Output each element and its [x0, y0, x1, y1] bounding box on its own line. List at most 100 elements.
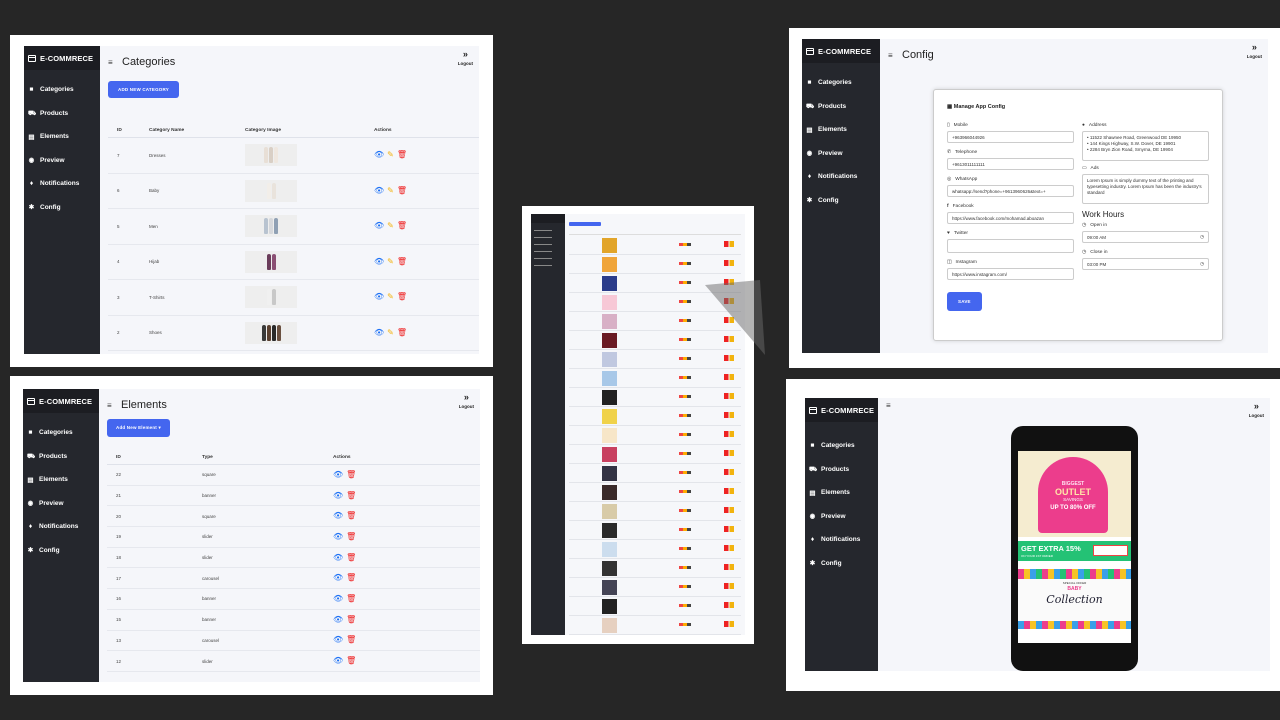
view-icon[interactable]: 👁: [333, 512, 343, 520]
delete-icon[interactable]: 🗑: [397, 222, 407, 230]
row-action-icons[interactable]: [724, 488, 734, 494]
view-icon[interactable]: 👁: [374, 222, 384, 230]
delete-icon[interactable]: 🗑: [346, 657, 356, 665]
row-action-icons[interactable]: [724, 602, 734, 608]
delete-icon[interactable]: 🗑: [346, 615, 356, 624]
view-icon[interactable]: 👁: [374, 293, 384, 301]
sidebar-item-config[interactable]: ✱ Config: [802, 189, 880, 213]
view-icon[interactable]: 👁: [333, 553, 343, 562]
sidebar-item-notifications[interactable]: ♦ Notifications: [23, 515, 99, 539]
view-icon[interactable]: 👁: [333, 491, 343, 500]
delete-icon[interactable]: 🗑: [346, 491, 356, 500]
row-action-icons[interactable]: [724, 545, 734, 551]
sidebar-item-categories[interactable]: ■ Categories: [24, 78, 100, 102]
edit-icon[interactable]: ✎: [387, 293, 394, 301]
menu-icon[interactable]: ≡: [888, 51, 897, 60]
view-icon[interactable]: 👁: [333, 532, 343, 541]
sidebar-item-preview[interactable]: ◉ Preview: [805, 505, 878, 529]
sidebar-item[interactable]: [534, 251, 552, 256]
delete-icon[interactable]: 🗑: [397, 293, 407, 301]
sidebar-item-notifications[interactable]: ♦ Notifications: [24, 172, 100, 196]
row-action-icons[interactable]: [724, 507, 734, 513]
edit-icon[interactable]: ✎: [387, 257, 394, 266]
facebook-input[interactable]: https://www.facebook.com/mohamad.aboazan: [947, 212, 1074, 224]
sidebar-item-preview[interactable]: ◉ Preview: [23, 492, 99, 516]
delete-icon[interactable]: 🗑: [346, 512, 356, 520]
delete-icon[interactable]: 🗑: [397, 151, 407, 159]
row-action-icons[interactable]: [724, 412, 734, 418]
delete-icon[interactable]: 🗑: [397, 257, 407, 266]
sidebar-item-preview[interactable]: ◉ Preview: [802, 142, 880, 166]
row-action-icons[interactable]: [724, 564, 734, 570]
sidebar-item-notifications[interactable]: ♦ Notifications: [805, 528, 878, 552]
row-action-icons[interactable]: [724, 431, 734, 437]
view-icon[interactable]: 👁: [333, 470, 343, 479]
sidebar-item[interactable]: [534, 244, 552, 249]
edit-icon[interactable]: ✎: [387, 151, 394, 159]
row-action-icons[interactable]: [724, 469, 734, 475]
open-time-input[interactable]: 09:00 AM ◷: [1082, 231, 1209, 243]
menu-icon[interactable]: ≡: [107, 401, 116, 410]
save-button[interactable]: SAVE: [947, 292, 982, 311]
add-product-button[interactable]: [569, 222, 601, 226]
sidebar-item[interactable]: [534, 258, 552, 263]
sidebar-item-elements[interactable]: ▤ Elements: [24, 125, 100, 149]
sidebar-item-config[interactable]: ✱ Config: [805, 552, 878, 576]
sidebar-item-products[interactable]: ⛟ Products: [802, 95, 880, 119]
sidebar-item-elements[interactable]: ▤ Elements: [802, 118, 880, 142]
menu-icon[interactable]: ≡: [108, 58, 117, 67]
sidebar-item-notifications[interactable]: ♦ Notifications: [802, 165, 880, 189]
sidebar-item-elements[interactable]: ▤ Elements: [23, 468, 99, 492]
sidebar-item-products[interactable]: ⛟ Products: [23, 445, 99, 469]
row-action-icons[interactable]: [724, 621, 734, 627]
row-action-icons[interactable]: [724, 450, 734, 456]
sidebar-item-config[interactable]: ✱ Config: [24, 196, 100, 220]
row-action-icons[interactable]: [724, 393, 734, 399]
delete-icon[interactable]: 🗑: [346, 574, 356, 582]
view-icon[interactable]: 👁: [333, 636, 343, 644]
ads-textarea[interactable]: Lorem Ipsum is simply dummy text of the …: [1082, 174, 1209, 204]
instagram-input[interactable]: https://www.instagram.com/: [947, 268, 1074, 280]
logout-button[interactable]: » Logout: [459, 392, 474, 410]
mobile-input[interactable]: +963966044926: [947, 131, 1074, 143]
row-action-icons[interactable]: [724, 583, 734, 589]
sidebar-item[interactable]: [534, 265, 552, 270]
add-element-button[interactable]: Add New Element ▾: [107, 419, 170, 437]
sidebar-item[interactable]: [534, 237, 552, 242]
sidebar-item[interactable]: [534, 230, 552, 235]
view-icon[interactable]: 👁: [374, 151, 384, 159]
row-action-icons[interactable]: [724, 526, 734, 532]
edit-icon[interactable]: ✎: [387, 186, 394, 195]
delete-icon[interactable]: 🗑: [346, 636, 356, 644]
logout-button[interactable]: » Logout: [1249, 401, 1264, 419]
delete-icon[interactable]: 🗑: [346, 470, 356, 479]
edit-icon[interactable]: ✎: [387, 328, 394, 337]
sidebar-item-products[interactable]: ⛟ Products: [24, 102, 100, 126]
view-icon[interactable]: 👁: [374, 257, 384, 266]
sidebar-item-categories[interactable]: ■ Categories: [23, 421, 99, 445]
sidebar-item-categories[interactable]: ■ Categories: [805, 434, 878, 458]
view-icon[interactable]: 👁: [333, 615, 343, 624]
address-textarea[interactable]: • 11522 Shawnee Road, Greenwood DE 19950…: [1082, 131, 1209, 161]
sidebar-item-config[interactable]: ✱ Config: [23, 539, 99, 563]
row-action-icons[interactable]: [724, 374, 734, 380]
delete-icon[interactable]: 🗑: [346, 594, 356, 603]
delete-icon[interactable]: 🗑: [397, 328, 407, 337]
sidebar-item-products[interactable]: ⛟ Products: [805, 458, 878, 482]
delete-icon[interactable]: 🗑: [346, 553, 356, 562]
twitter-input[interactable]: [947, 239, 1074, 253]
row-action-icons[interactable]: [724, 260, 734, 266]
view-icon[interactable]: 👁: [333, 657, 343, 665]
telephone-input[interactable]: +9613011111111: [947, 158, 1074, 170]
view-icon[interactable]: 👁: [333, 574, 343, 582]
whatsapp-input[interactable]: whatsapp://send?phone=+9613960626&text=+: [947, 185, 1074, 197]
logout-button[interactable]: » Logout: [458, 49, 473, 67]
sidebar-item-preview[interactable]: ◉ Preview: [24, 149, 100, 173]
delete-icon[interactable]: 🗑: [346, 532, 356, 541]
row-action-icons[interactable]: [724, 241, 734, 247]
delete-icon[interactable]: 🗑: [397, 186, 407, 195]
sidebar-item-categories[interactable]: ■ Categories: [802, 71, 880, 95]
logout-button[interactable]: » Logout: [1247, 42, 1262, 60]
add-category-button[interactable]: ADD NEW CATEGORY: [108, 81, 179, 98]
edit-icon[interactable]: ✎: [387, 222, 394, 230]
